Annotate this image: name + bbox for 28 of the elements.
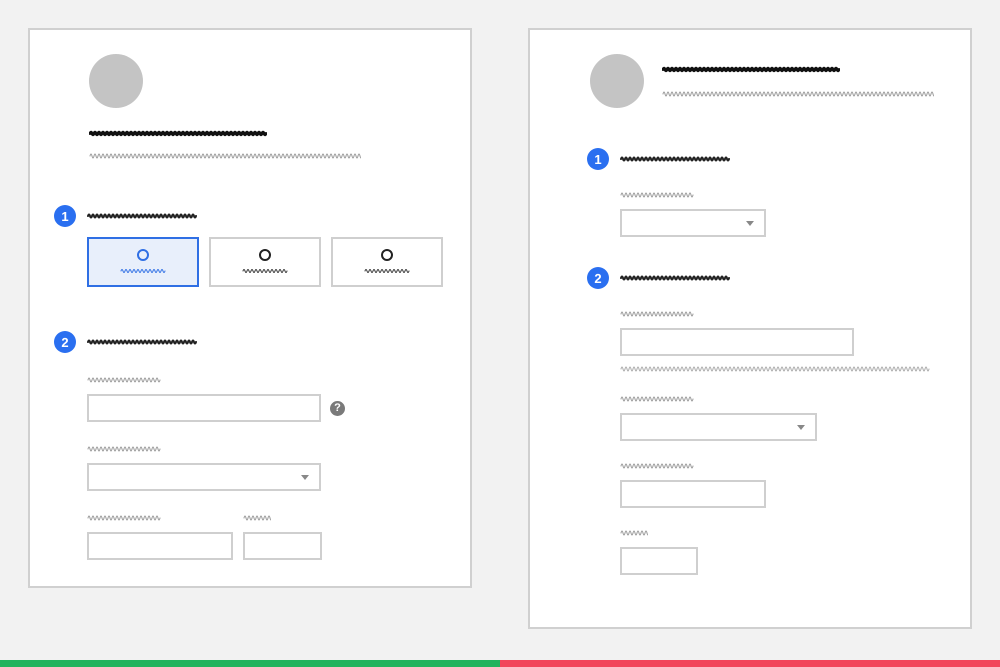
step-badge: 2 xyxy=(587,267,609,289)
option-scribble xyxy=(120,267,166,275)
radio-icon xyxy=(381,249,393,261)
help-icon[interactable]: ? xyxy=(330,400,345,416)
radio-icon xyxy=(259,249,271,261)
caret-icon xyxy=(301,474,309,480)
avatar xyxy=(89,54,143,108)
dropdown[interactable] xyxy=(620,209,766,237)
step-badge: 2 xyxy=(54,331,76,353)
avatar xyxy=(590,54,644,108)
step-badge: 1 xyxy=(54,205,76,227)
radio-icon xyxy=(137,249,149,261)
caret-icon xyxy=(746,220,754,226)
input-field[interactable] xyxy=(243,532,322,560)
input-field[interactable] xyxy=(620,547,698,575)
caret-icon xyxy=(797,424,805,430)
option-scribble xyxy=(242,267,288,275)
option-card[interactable] xyxy=(87,237,199,287)
label-scribble xyxy=(620,528,648,538)
step-badge: 1 xyxy=(587,148,609,170)
input-field[interactable] xyxy=(87,532,233,560)
dropdown[interactable] xyxy=(620,413,817,441)
option-scribble xyxy=(364,267,410,275)
label-scribble xyxy=(243,513,271,523)
dropdown[interactable] xyxy=(87,463,321,491)
input-field[interactable] xyxy=(620,328,854,356)
input-field[interactable] xyxy=(87,394,321,422)
input-field[interactable] xyxy=(620,480,766,508)
